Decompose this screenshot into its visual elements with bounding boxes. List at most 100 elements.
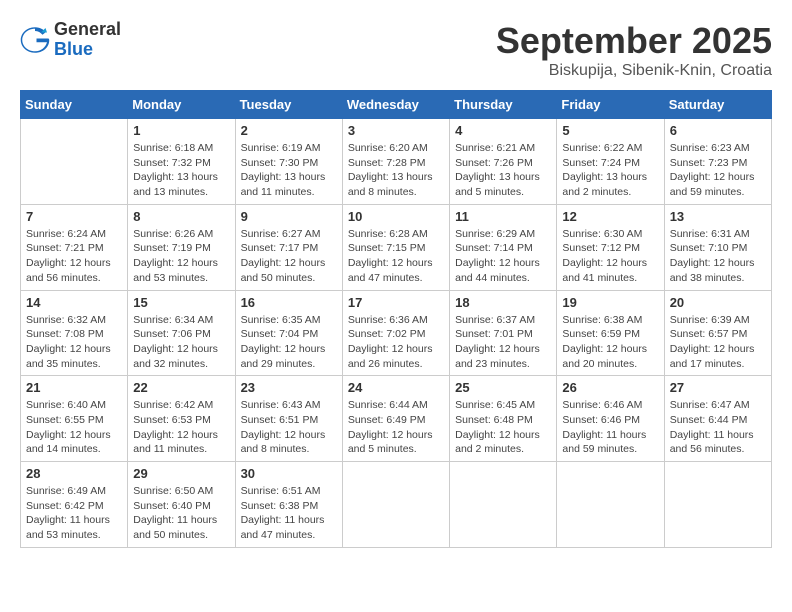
calendar-cell [342, 462, 449, 548]
day-number: 30 [241, 466, 337, 481]
day-info: Sunrise: 6:47 AMSunset: 6:44 PMDaylight:… [670, 398, 766, 457]
location: Biskupija, Sibenik-Knin, Croatia [496, 62, 772, 80]
day-number: 25 [455, 380, 551, 395]
calendar-cell: 23 Sunrise: 6:43 AMSunset: 6:51 PMDayligh… [235, 376, 342, 462]
day-number: 3 [348, 123, 444, 138]
day-number: 6 [670, 123, 766, 138]
day-number: 11 [455, 209, 551, 224]
day-header-thursday: Thursday [450, 91, 557, 119]
day-number: 8 [133, 209, 229, 224]
calendar-cell: 26Sunrise: 6:46 AMSunset: 6:46 PMDayligh… [557, 376, 664, 462]
day-number: 20 [670, 295, 766, 310]
day-number: 21 [26, 380, 122, 395]
title-area: September 2025 Biskupija, Sibenik-Knin, … [496, 20, 772, 80]
calendar-cell [450, 462, 557, 548]
calendar-cell: 22 Sunrise: 6:42 AMSunset: 6:53 PMDayligh… [128, 376, 235, 462]
day-info: Sunrise: 6:37 AMSunset: 7:01 PMDaylight:… [455, 313, 551, 372]
day-header-monday: Monday [128, 91, 235, 119]
day-number: 28 [26, 466, 122, 481]
day-header-saturday: Saturday [664, 91, 771, 119]
day-info: Sunrise: 6:49 AMSunset: 6:42 PMDaylight:… [26, 484, 122, 543]
day-info: Sunrise: 6:28 AMSunset: 7:15 PMDaylight:… [348, 227, 444, 286]
day-info: Sunrise: 6:43 AMSunset: 6:51 PMDaylight:… [241, 398, 337, 457]
day-info: Sunrise: 6:40 AMSunset: 6:55 PMDaylight:… [26, 398, 122, 457]
calendar-cell: 5Sunrise: 6:22 AMSunset: 7:24 PMDaylight… [557, 119, 664, 205]
calendar-cell: 6 Sunrise: 6:23 AMSunset: 7:23 PMDaylight… [664, 119, 771, 205]
logo: General Blue [20, 20, 121, 60]
day-number: 24 [348, 380, 444, 395]
day-info: Sunrise: 6:42 AMSunset: 6:53 PMDaylight:… [133, 398, 229, 457]
calendar-cell: 18 Sunrise: 6:37 AMSunset: 7:01 PMDayligh… [450, 290, 557, 376]
calendar-week-row: 7 Sunrise: 6:24 AMSunset: 7:21 PMDaylight… [21, 204, 772, 290]
page-header: General Blue September 2025 Biskupija, S… [20, 20, 772, 80]
day-info: Sunrise: 6:24 AMSunset: 7:21 PMDaylight:… [26, 227, 122, 286]
logo-text: General Blue [54, 20, 121, 60]
calendar-cell: 12Sunrise: 6:30 AMSunset: 7:12 PMDayligh… [557, 204, 664, 290]
day-info: Sunrise: 6:38 AMSunset: 6:59 PMDaylight:… [562, 313, 658, 372]
day-info: Sunrise: 6:20 AMSunset: 7:28 PMDaylight:… [348, 141, 444, 200]
day-info: Sunrise: 6:39 AMSunset: 6:57 PMDaylight:… [670, 313, 766, 372]
day-number: 7 [26, 209, 122, 224]
day-number: 26 [562, 380, 658, 395]
calendar-cell: 13Sunrise: 6:31 AMSunset: 7:10 PMDayligh… [664, 204, 771, 290]
day-number: 15 [133, 295, 229, 310]
calendar-cell: 25 Sunrise: 6:45 AMSunset: 6:48 PMDayligh… [450, 376, 557, 462]
calendar-cell: 10Sunrise: 6:28 AMSunset: 7:15 PMDayligh… [342, 204, 449, 290]
day-info: Sunrise: 6:36 AMSunset: 7:02 PMDaylight:… [348, 313, 444, 372]
calendar-cell: 30Sunrise: 6:51 AMSunset: 6:38 PMDayligh… [235, 462, 342, 548]
calendar-week-row: 14 Sunrise: 6:32 AMSunset: 7:08 PMDayligh… [21, 290, 772, 376]
day-header-tuesday: Tuesday [235, 91, 342, 119]
logo-blue: Blue [54, 40, 121, 60]
day-info: Sunrise: 6:45 AMSunset: 6:48 PMDaylight:… [455, 398, 551, 457]
day-number: 2 [241, 123, 337, 138]
day-number: 22 [133, 380, 229, 395]
day-info: Sunrise: 6:27 AMSunset: 7:17 PMDaylight:… [241, 227, 337, 286]
day-header-sunday: Sunday [21, 91, 128, 119]
day-info: Sunrise: 6:29 AMSunset: 7:14 PMDaylight:… [455, 227, 551, 286]
calendar-cell [557, 462, 664, 548]
calendar-cell: 17 Sunrise: 6:36 AMSunset: 7:02 PMDayligh… [342, 290, 449, 376]
calendar-cell: 11 Sunrise: 6:29 AMSunset: 7:14 PMDayligh… [450, 204, 557, 290]
calendar-cell: 27 Sunrise: 6:47 AMSunset: 6:44 PMDayligh… [664, 376, 771, 462]
day-header-wednesday: Wednesday [342, 91, 449, 119]
day-info: Sunrise: 6:30 AMSunset: 7:12 PMDaylight:… [562, 227, 658, 286]
day-info: Sunrise: 6:31 AMSunset: 7:10 PMDaylight:… [670, 227, 766, 286]
calendar-cell [664, 462, 771, 548]
day-number: 29 [133, 466, 229, 481]
day-info: Sunrise: 6:44 AMSunset: 6:49 PMDaylight:… [348, 398, 444, 457]
day-info: Sunrise: 6:34 AMSunset: 7:06 PMDaylight:… [133, 313, 229, 372]
logo-icon [20, 25, 50, 55]
calendar-cell: 8 Sunrise: 6:26 AMSunset: 7:19 PMDaylight… [128, 204, 235, 290]
calendar-cell: 1 Sunrise: 6:18 AMSunset: 7:32 PMDaylight… [128, 119, 235, 205]
calendar-week-row: 28 Sunrise: 6:49 AMSunset: 6:42 PMDayligh… [21, 462, 772, 548]
day-number: 27 [670, 380, 766, 395]
calendar-cell: 7 Sunrise: 6:24 AMSunset: 7:21 PMDaylight… [21, 204, 128, 290]
day-number: 1 [133, 123, 229, 138]
calendar-cell [21, 119, 128, 205]
day-number: 23 [241, 380, 337, 395]
day-info: Sunrise: 6:32 AMSunset: 7:08 PMDaylight:… [26, 313, 122, 372]
day-number: 4 [455, 123, 551, 138]
calendar-cell: 9 Sunrise: 6:27 AMSunset: 7:17 PMDaylight… [235, 204, 342, 290]
day-info: Sunrise: 6:50 AMSunset: 6:40 PMDaylight:… [133, 484, 229, 543]
day-info: Sunrise: 6:22 AMSunset: 7:24 PMDaylight:… [562, 141, 658, 200]
calendar-cell: 3 Sunrise: 6:20 AMSunset: 7:28 PMDaylight… [342, 119, 449, 205]
calendar-cell: 20 Sunrise: 6:39 AMSunset: 6:57 PMDayligh… [664, 290, 771, 376]
day-number: 14 [26, 295, 122, 310]
day-info: Sunrise: 6:26 AMSunset: 7:19 PMDaylight:… [133, 227, 229, 286]
calendar-cell: 2 Sunrise: 6:19 AMSunset: 7:30 PMDaylight… [235, 119, 342, 205]
day-info: Sunrise: 6:21 AMSunset: 7:26 PMDaylight:… [455, 141, 551, 200]
day-info: Sunrise: 6:19 AMSunset: 7:30 PMDaylight:… [241, 141, 337, 200]
day-info: Sunrise: 6:23 AMSunset: 7:23 PMDaylight:… [670, 141, 766, 200]
calendar-cell: 28 Sunrise: 6:49 AMSunset: 6:42 PMDayligh… [21, 462, 128, 548]
calendar-cell: 24 Sunrise: 6:44 AMSunset: 6:49 PMDayligh… [342, 376, 449, 462]
day-info: Sunrise: 6:18 AMSunset: 7:32 PMDaylight:… [133, 141, 229, 200]
calendar-cell: 29 Sunrise: 6:50 AMSunset: 6:40 PMDayligh… [128, 462, 235, 548]
day-number: 18 [455, 295, 551, 310]
day-number: 9 [241, 209, 337, 224]
calendar-cell: 4 Sunrise: 6:21 AMSunset: 7:26 PMDaylight… [450, 119, 557, 205]
calendar-cell: 21 Sunrise: 6:40 AMSunset: 6:55 PMDayligh… [21, 376, 128, 462]
calendar-header-row: SundayMondayTuesdayWednesdayThursdayFrid… [21, 91, 772, 119]
day-number: 17 [348, 295, 444, 310]
calendar-cell: 15 Sunrise: 6:34 AMSunset: 7:06 PMDayligh… [128, 290, 235, 376]
